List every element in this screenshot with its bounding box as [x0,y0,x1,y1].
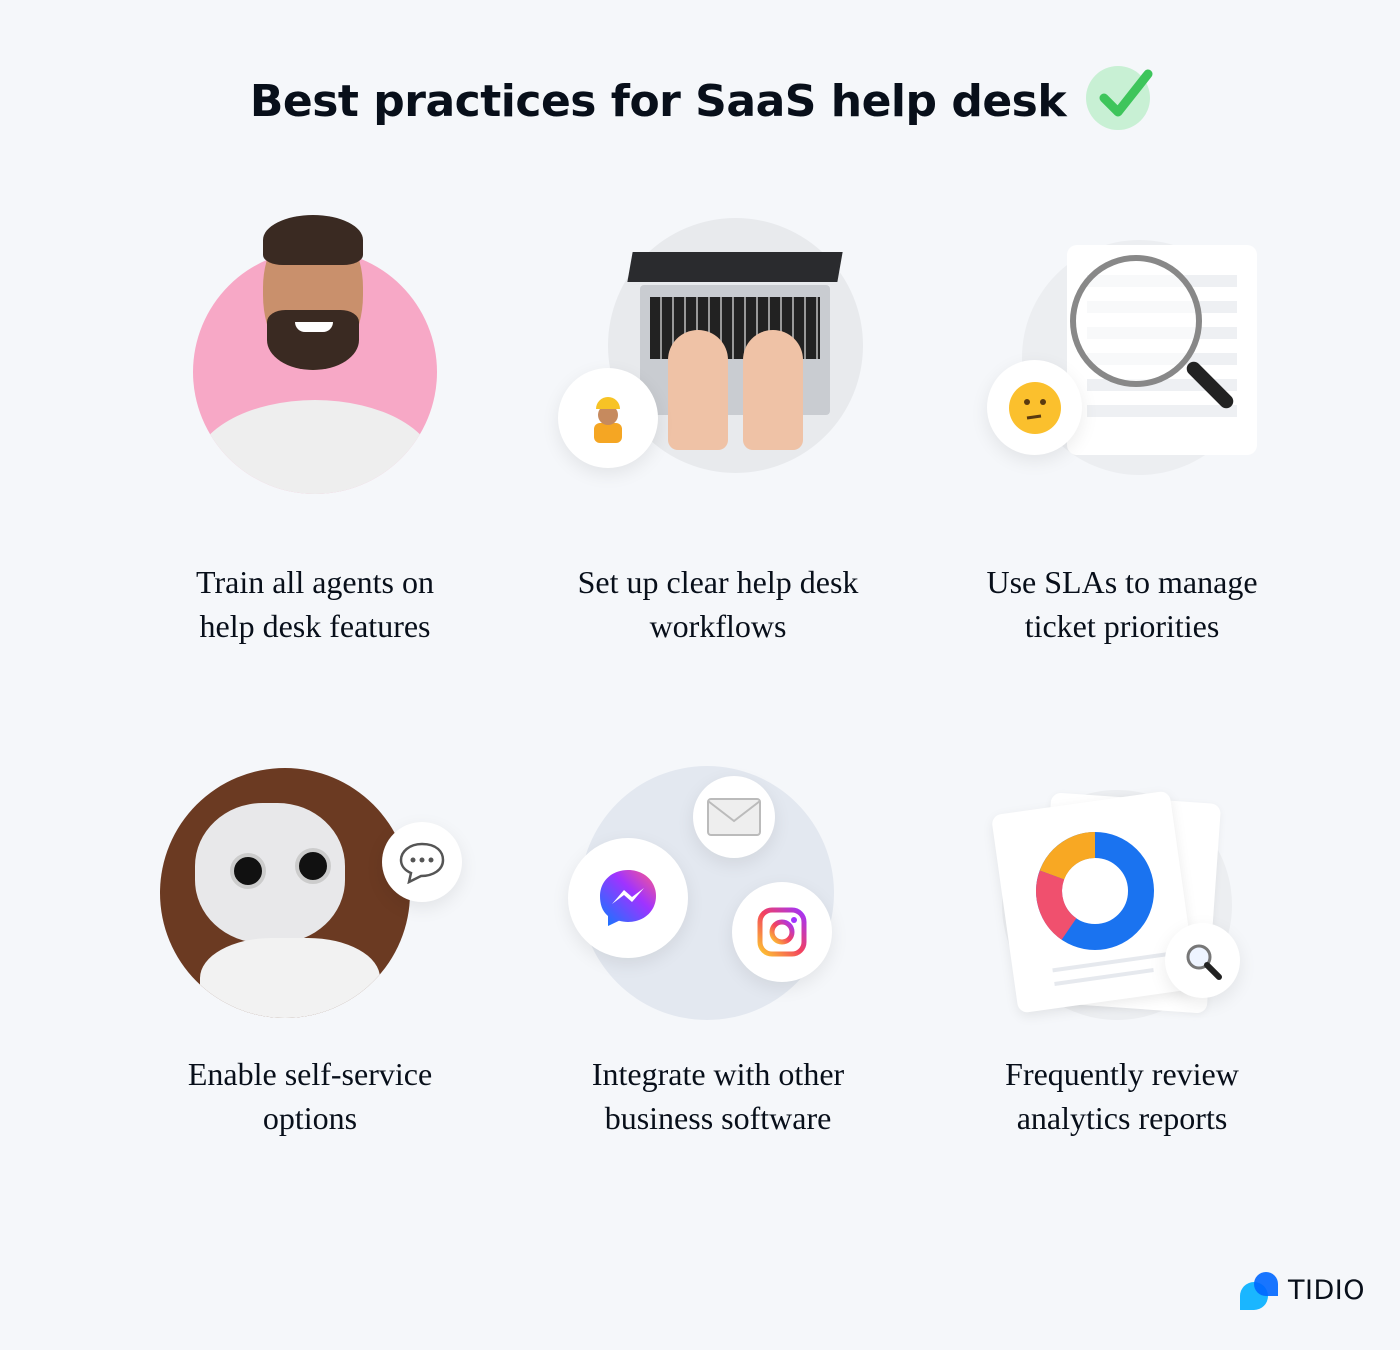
caption-line: Set up clear help desk [577,564,859,600]
caption-line: Integrate with other [591,1056,845,1092]
card-self-service: Enable self-service options [110,760,510,1140]
mail-icon-badge [693,776,775,858]
thinking-face-emoji-badge [987,360,1082,455]
caption-line: help desk features [199,608,431,644]
magnifier-illustration [922,210,1322,510]
robot-illustration [110,760,510,1020]
caption-line: analytics reports [1016,1100,1228,1136]
speech-bubble-badge [382,822,462,902]
card-workflows: Set up clear help desk workflows [518,210,918,648]
caption-line: Use SLAs to manage [986,564,1258,600]
card-slas: Use SLAs to manage ticket priorities [922,210,1322,648]
check-mark-icon [1086,66,1153,130]
tidio-logo: TIDIO [1240,1270,1365,1310]
agent-photo-illustration [115,210,515,510]
tidio-logo-icon [1240,1272,1278,1310]
laptop-illustration [518,210,918,510]
caption-line: Enable self-service [187,1056,433,1092]
magnifying-glass-badge [1165,923,1240,998]
messenger-icon-badge [568,838,688,958]
card-analytics: Frequently review analytics reports [922,760,1322,1140]
laptop-screen [627,252,843,282]
donut-chart-icon [1036,832,1154,950]
caption-line: options [262,1100,358,1136]
caption-line: workflows [649,608,787,644]
caption-line: ticket priorities [1024,608,1220,644]
report-illustration [922,760,1322,1020]
logo-text: TIDIO [1288,1274,1365,1306]
construction-worker-emoji-badge [558,368,658,468]
card-integrations: Integrate with other business software [518,760,918,1140]
hands [668,330,728,450]
magnifying-glass-icon [1070,255,1202,387]
caption-line: Frequently review [1005,1056,1239,1092]
integrations-illustration [518,760,918,1020]
caption-line: Train all agents on [196,564,434,600]
card-train-agents: Train all agents on help desk features [115,210,515,648]
caption-line: business software [604,1100,832,1136]
page-title: Best practices for SaaS help desk [0,66,1400,136]
instagram-icon-badge [732,882,832,982]
